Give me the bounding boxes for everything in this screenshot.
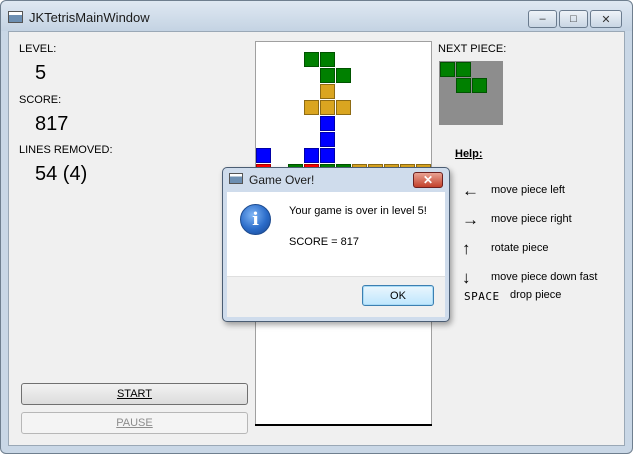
help-key: ↓ (462, 268, 471, 287)
minimize-button[interactable]: ‒ (528, 10, 557, 28)
game-over-dialog: Game Over! ✕ i Your game is over in leve… (222, 167, 450, 322)
window-icon (8, 11, 23, 23)
board-floor (255, 424, 432, 426)
dialog-message: Your game is over in level 5! (289, 205, 427, 217)
help-key: ← (462, 181, 479, 200)
help-label: move piece down fast (491, 271, 598, 283)
dialog-score: SCORE = 817 (289, 236, 360, 248)
help-key: SPACE (464, 290, 500, 303)
score-value: 817 (35, 113, 69, 135)
help-label: move piece right (491, 213, 572, 225)
board-cell (304, 148, 319, 163)
board-cell (320, 84, 335, 99)
next-piece-cell (456, 62, 471, 77)
help-key: → (462, 210, 479, 229)
board-cell (336, 68, 351, 83)
board-cell (256, 148, 271, 163)
score-label: SCORE: (19, 94, 62, 106)
board-cell (320, 100, 335, 115)
board-cell (336, 100, 351, 115)
title-bar[interactable]: JKTetrisMainWindow ‒ □ ✕ (1, 1, 632, 31)
level-label: LEVEL: (19, 43, 57, 55)
board-cell (320, 148, 335, 163)
board-cell (320, 132, 335, 147)
lines-removed-label: LINES REMOVED: (19, 144, 113, 156)
level-value: 5 (35, 62, 47, 84)
next-piece-label: NEXT PIECE: (438, 43, 507, 55)
help-key: ↑ (462, 239, 471, 258)
close-button[interactable]: ✕ (590, 10, 622, 28)
next-piece-preview (439, 61, 503, 125)
dialog-title-bar[interactable]: Game Over! ✕ (223, 168, 449, 192)
window-title: JKTetrisMainWindow (29, 10, 150, 25)
dialog-body: i Your game is over in level 5! SCORE = … (227, 192, 445, 276)
dialog-close-button[interactable]: ✕ (413, 172, 443, 188)
dialog-footer: OK (227, 276, 445, 317)
info-icon: i (240, 204, 271, 235)
help-label: move piece left (491, 184, 565, 196)
ok-button[interactable]: OK (362, 285, 434, 306)
next-piece-cell (456, 78, 471, 93)
dialog-title: Game Over! (249, 173, 315, 187)
start-button-label: START (116, 388, 153, 400)
board-cell (320, 116, 335, 131)
maximize-button[interactable]: □ (559, 10, 588, 28)
help-title: Help: (455, 148, 483, 160)
start-button[interactable]: START (21, 383, 248, 405)
pause-button-label: PAUSE (116, 417, 153, 429)
help-label: drop piece (510, 289, 562, 301)
next-piece-cell (440, 62, 455, 77)
next-piece-cell (472, 78, 487, 93)
board-cell (320, 68, 335, 83)
board-cell (304, 100, 319, 115)
board-cell (320, 52, 335, 67)
lines-removed-value: 54 (4) (35, 163, 88, 185)
dialog-window-icon (229, 173, 243, 184)
pause-button[interactable]: PAUSE (21, 412, 248, 434)
board-cell (304, 52, 319, 67)
help-label: rotate piece (491, 242, 549, 254)
